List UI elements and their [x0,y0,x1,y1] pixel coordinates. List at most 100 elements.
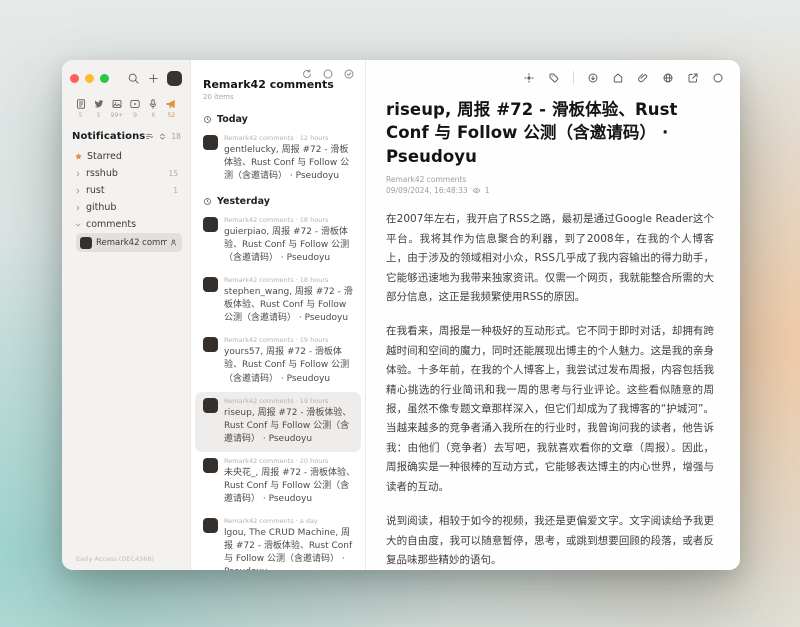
open-external-icon[interactable] [687,72,699,84]
paragraph: 在2007年左右，我开启了RSS之路，最初是通过Google Reader这个平… [386,210,714,307]
chevron-right-icon [74,170,82,178]
article-feed-name: Remark42 comments [386,175,714,184]
view-switcher: 5 5 99+ 9 6 [72,98,180,119]
view-videos[interactable]: 9 [127,98,144,119]
list-item-selected[interactable]: Remark42 comments · 19 hours riseup, 周报 … [195,392,361,452]
group-header-yesterday: Yesterday [191,189,365,211]
sidebar-section-header: Notifications 18 [72,131,180,142]
sort-icon[interactable] [145,132,154,141]
list-item[interactable]: Remark42 comments · a day lgou, The CRUD… [191,512,365,570]
article-toolbar [366,60,740,86]
sidebar: 5 5 99+ 9 6 [62,60,190,570]
view-count: 52 [168,112,176,119]
view-pictures[interactable]: 99+ [108,98,125,119]
sidebar-item-remark42-comments[interactable]: Remark42 comments [76,233,182,252]
eye-icon [472,186,481,195]
sidebar-item-comments[interactable]: comments [70,216,182,233]
close-button[interactable] [70,74,79,83]
mark-all-read-icon[interactable] [343,68,355,80]
view-audio[interactable]: 6 [145,98,162,119]
megaphone-icon [165,98,177,110]
copy-link-icon[interactable] [637,72,649,84]
view-articles[interactable]: 5 [72,98,89,119]
paragraph: 在我看来，周报是一种极好的互动形式。它不同于即时对话，却拥有跨越时间和空间的魔力… [386,322,714,497]
list-item[interactable]: Remark42 comments · 18 hours stephen_wan… [191,271,365,331]
tag-icon[interactable] [548,72,560,84]
unread-count: 15 [168,169,178,178]
zoom-button[interactable] [100,74,109,83]
sidebar-item-rust[interactable]: rust 1 [70,182,182,199]
sidebar-item-github[interactable]: github [70,199,182,216]
paragraph: 说到阅读，相较于如今的视频，我还是更偏爱文字。文字阅读给予我更大的自由度，我可以… [386,512,714,570]
desktop-background: 5 5 99+ 9 6 [0,0,800,627]
view-notifications[interactable]: 52 [163,98,180,119]
feed-avatar [203,518,218,533]
chevron-right-icon [74,204,82,212]
app-window: 5 5 99+ 9 6 [62,60,740,570]
article-pane: riseup, 周报 #72 - 滑板体验、Rust Conf 与 Follow… [366,60,740,570]
person-icon [169,238,178,247]
feed-avatar [80,237,92,249]
feed-avatar [203,135,218,150]
search-icon[interactable] [127,72,140,85]
feed-avatar [203,217,218,232]
sidebar-item-label: comments [86,219,136,230]
sidebar-item-label: Remark42 comments [96,238,167,248]
videos-icon [129,98,141,110]
minimize-button[interactable] [85,74,94,83]
unread-total: 18 [171,132,181,141]
article-body: 在2007年左右，我开启了RSS之路，最初是通过Google Reader这个平… [386,210,714,570]
user-avatar[interactable] [167,71,182,86]
chevron-down-icon [74,221,82,229]
article-meta: 09/09/2024, 16:48:33 1 [386,186,714,195]
item-title: stephen_wang, 周报 #72 - 滑板体验、Rust Conf 与 … [224,286,356,325]
sidebar-item-label: rsshub [86,168,118,179]
share-icon[interactable] [662,72,674,84]
collapse-all-icon[interactable] [158,132,167,141]
item-meta: Remark42 comments · 19 hours [224,397,352,405]
item-meta: Remark42 comments · 12 hours [224,134,356,142]
unread-count: 1 [173,186,178,195]
item-meta: Remark42 comments · 20 hours [224,457,356,465]
sidebar-item-label: rust [86,185,105,196]
add-subscription-icon[interactable] [147,72,160,85]
list-item[interactable]: Remark42 comments · 20 hours 未央花_, 周报 #7… [191,452,365,512]
home-icon[interactable] [612,72,624,84]
pictures-icon [111,98,123,110]
section-title: Notifications [72,131,145,142]
item-meta: Remark42 comments · 19 hours [224,336,356,344]
feed-avatar [203,337,218,352]
article-title: riseup, 周报 #72 - 滑板体验、Rust Conf 与 Follow… [386,98,714,168]
feed-avatar [203,277,218,292]
sidebar-item-starred[interactable]: Starred [70,148,182,165]
view-social-media[interactable]: 5 [90,98,107,119]
view-count: 6 [151,112,155,119]
view-count: 9 [133,112,137,119]
view-count: 5 [79,112,83,119]
list-item[interactable]: Remark42 comments · 19 hours yours57, 周报… [191,331,365,391]
twitter-bird-icon [93,98,105,110]
sidebar-item-rsshub[interactable]: rsshub 15 [70,165,182,182]
article-content: riseup, 周报 #72 - 滑板体验、Rust Conf 与 Follow… [366,86,740,570]
entry-list-pane: Remark42 comments 20 items Today Remark4… [190,60,366,570]
chevron-right-icon [74,187,82,195]
unread-only-icon[interactable] [322,68,334,80]
clock-icon [203,115,212,124]
clock-icon [203,197,212,206]
refresh-icon[interactable] [301,68,313,80]
list-toolbar [301,68,355,80]
early-access-label: Early Access (DEC4568) [76,555,154,563]
group-label: Yesterday [217,196,270,207]
list-item[interactable]: Remark42 comments · 18 hours guierpiao, … [191,211,365,271]
item-title: riseup, 周报 #72 - 滑板体验、Rust Conf 与 Follow… [224,407,352,446]
star-icon [74,152,83,161]
window-controls [70,70,182,86]
microphone-icon [147,98,159,110]
list-item[interactable]: Remark42 comments · 12 hours gentlelucky… [191,129,365,189]
item-title: guierpiao, 周报 #72 - 滑板体验、Rust Conf 与 Fol… [224,226,356,265]
readability-icon[interactable] [523,72,535,84]
sidebar-item-label: Starred [87,151,122,162]
feed-avatar [203,458,218,473]
status-circle-icon[interactable] [712,72,724,84]
save-icon[interactable] [587,72,599,84]
